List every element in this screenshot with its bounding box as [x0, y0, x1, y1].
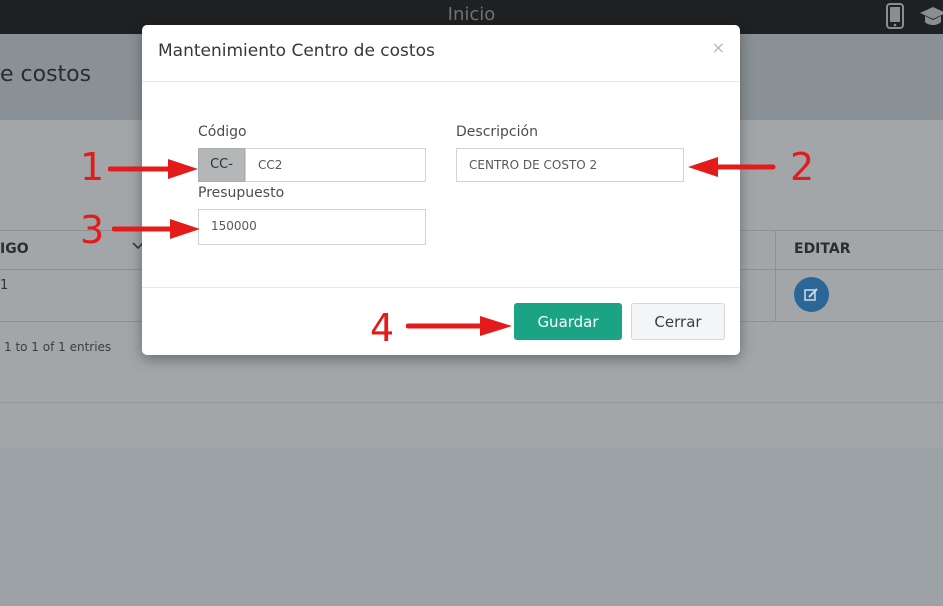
modal-title: Mantenimiento Centro de costos	[158, 41, 435, 61]
edit-button[interactable]	[794, 277, 829, 312]
mobile-icon[interactable]	[886, 3, 904, 29]
table-cell-codigo: 1	[0, 278, 9, 293]
close-button[interactable]: Cerrar	[631, 303, 725, 340]
column-header-editar: EDITAR	[794, 241, 851, 257]
arrow-right-icon	[112, 219, 200, 239]
codigo-input[interactable]: CC2	[245, 148, 426, 182]
column-divider	[775, 231, 776, 321]
arrow-left-icon	[688, 157, 776, 177]
arrow-right-icon	[108, 159, 198, 179]
annotation-number: 4	[370, 306, 395, 350]
table-info: 1 to 1 of 1 entries	[4, 340, 112, 354]
arrow-right-icon	[406, 316, 512, 336]
annotation-number: 2	[790, 145, 815, 189]
descripcion-input[interactable]: CENTRO DE COSTO 2	[456, 148, 684, 182]
presupuesto-label: Presupuesto	[198, 185, 285, 201]
presupuesto-input[interactable]: 150000	[198, 209, 426, 245]
codigo-prefix: CC-	[198, 148, 245, 182]
edit-icon	[804, 288, 818, 301]
save-button[interactable]: Guardar	[514, 303, 622, 340]
annotation-number: 1	[80, 145, 105, 189]
codigo-label: Código	[198, 124, 247, 140]
modal-footer-divider	[142, 287, 740, 288]
modal-header-divider	[142, 81, 740, 82]
annotation-number: 3	[80, 208, 105, 252]
column-header-codigo[interactable]: IGO	[0, 241, 29, 257]
descripcion-label: Descripción	[456, 124, 538, 140]
graduation-cap-icon[interactable]	[920, 5, 943, 27]
divider	[0, 402, 943, 403]
page-title: e costos	[0, 62, 92, 87]
close-icon[interactable]: ×	[712, 38, 725, 57]
cost-center-modal: Mantenimiento Centro de costos × Código …	[142, 25, 740, 355]
app-title: Inicio	[447, 4, 496, 25]
